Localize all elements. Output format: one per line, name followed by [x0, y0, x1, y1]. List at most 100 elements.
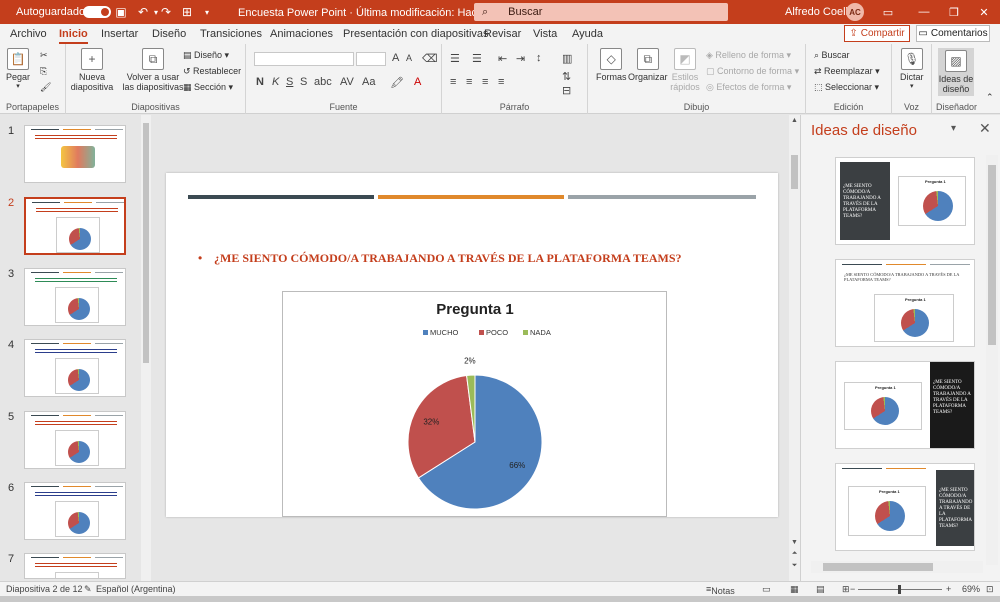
tab-animaciones[interactable]: Animaciones — [270, 28, 333, 40]
slide-thumbnail[interactable] — [24, 482, 126, 540]
tab-diseno[interactable]: Diseño — [152, 28, 186, 40]
slide-thumbnail[interactable] — [24, 125, 126, 183]
new-slide-button[interactable]: + Nueva diapositiva — [71, 48, 113, 92]
bullets-icon[interactable]: ☰ — [450, 52, 460, 65]
editor-scroll-handle[interactable] — [791, 155, 798, 189]
pane-options-icon[interactable]: ▾ — [951, 123, 956, 134]
reading-view-icon[interactable]: ▤ — [816, 584, 825, 595]
increase-font-icon[interactable]: A — [392, 52, 399, 64]
design-idea-2[interactable]: ¿ME SIENTO CÓMODO/A TRABAJANDO A TRAVÉS … — [835, 259, 975, 347]
font-name-combo[interactable] — [254, 52, 354, 66]
copy-icon[interactable]: ⎘ — [40, 66, 47, 77]
slide-canvas[interactable]: • ¿ME SIENTO CÓMODO/A TRABAJANDO A TRAVÉ… — [166, 173, 778, 517]
shapes-button[interactable]: ◇ Formas — [596, 48, 627, 82]
paste-button[interactable]: 📋 Pegar ▾ — [6, 48, 30, 92]
numbering-icon[interactable]: ☰ — [472, 52, 482, 65]
normal-view-icon[interactable]: ▭ — [762, 584, 771, 595]
design-idea-1[interactable]: ¿ME SIENTO CÓMODO/A TRABAJANDO A TRAVÉS … — [835, 157, 975, 245]
columns-icon[interactable]: ▥ — [562, 52, 572, 65]
justify-icon[interactable]: ≡ — [498, 76, 504, 88]
shadow-icon[interactable]: S — [300, 76, 307, 88]
design-idea-4[interactable]: Pregunta 1 ¿ME SIENTO CÓMODO/A TRABAJAND… — [835, 463, 975, 551]
slide-thumbnail[interactable] — [24, 553, 126, 579]
pie-chart[interactable]: Pregunta 1 MUCHO POCO NADA 66% 32% 2% — [282, 291, 667, 517]
slide-thumbnail[interactable] — [24, 268, 126, 326]
strikethrough-icon[interactable]: abc — [314, 76, 332, 88]
prev-slide-icon[interactable]: ⏶ — [789, 549, 800, 559]
notes-button[interactable]: ≡ Notas — [706, 584, 735, 596]
slide-title[interactable]: ¿ME SIENTO CÓMODO/A TRABAJANDO A TRAVÉS … — [214, 251, 682, 266]
decrease-indent-icon[interactable]: ⇤ — [498, 52, 507, 65]
slide-thumbnail[interactable] — [24, 197, 126, 255]
align-right-icon[interactable]: ≡ — [482, 76, 488, 88]
underline-icon[interactable]: S — [286, 76, 293, 88]
tab-ayuda[interactable]: Ayuda — [572, 28, 603, 40]
find-button[interactable]: ⌕ Buscar — [814, 50, 850, 61]
decrease-font-icon[interactable]: A — [406, 53, 412, 63]
fit-slide-icon[interactable]: ⊡ — [986, 584, 994, 595]
replace-button[interactable]: ⇄ Reemplazar ▾ — [814, 66, 880, 77]
tab-inicio[interactable]: Inicio — [59, 28, 88, 44]
minimize-icon[interactable]: — — [912, 2, 936, 22]
save-icon[interactable]: ▣ — [110, 2, 132, 22]
tab-transiciones[interactable]: Transiciones — [200, 28, 262, 40]
maximize-icon[interactable]: ❐ — [942, 2, 966, 22]
scroll-down-icon[interactable]: ▼ — [789, 537, 800, 547]
align-center-icon[interactable]: ≡ — [466, 76, 472, 88]
font-color-icon[interactable]: A — [414, 76, 421, 88]
ribbon-display-icon[interactable]: ▭ — [876, 2, 900, 22]
reset-button[interactable]: ↺ Restablecer — [183, 66, 241, 77]
design-scroll-handle[interactable] — [988, 165, 996, 345]
language-status[interactable]: Español (Argentina) — [96, 584, 176, 594]
highlight-icon[interactable]: 🖍 — [390, 76, 404, 89]
zoom-out-icon[interactable]: − — [850, 584, 855, 594]
comments-button[interactable]: ▭ Comentarios — [916, 25, 990, 42]
autosave-toggle[interactable] — [83, 6, 111, 18]
sorter-view-icon[interactable]: ▦ — [790, 584, 799, 595]
italic-icon[interactable]: K — [272, 76, 279, 88]
spacing-icon[interactable]: AV — [340, 76, 354, 88]
cut-icon[interactable]: ✂ — [40, 50, 48, 61]
dictate-button[interactable]: 🎙 Dictar ▾ — [900, 48, 924, 92]
select-button[interactable]: ⬚ Seleccionar ▾ — [814, 82, 879, 93]
design-ideas-button[interactable]: ▨ Ideas de diseño — [938, 48, 974, 96]
font-size-combo[interactable] — [356, 52, 386, 66]
case-icon[interactable]: Aa — [362, 76, 375, 88]
thumbnails-scrollbar[interactable] — [141, 115, 151, 581]
align-left-icon[interactable]: ≡ — [450, 76, 456, 88]
close-pane-icon[interactable]: ✕ — [979, 120, 991, 137]
tab-revisar[interactable]: Revisar — [484, 28, 521, 40]
reuse-slides-button[interactable]: ⧉ Volver a usar las diapositivas — [122, 48, 184, 92]
layout-button[interactable]: ▤ Diseño ▾ — [183, 50, 229, 61]
search-input[interactable]: ⌕ Buscar — [474, 3, 728, 21]
shape-outline-button[interactable]: ▢ Contorno de forma ▾ — [706, 66, 799, 77]
editor-vertical-scrollbar[interactable]: ▲ ▼ ⏶ ⏷ — [789, 115, 800, 581]
zoom-slider-thumb[interactable] — [898, 585, 901, 594]
text-direction-icon[interactable]: ⇅ — [562, 70, 571, 83]
increase-indent-icon[interactable]: ⇥ — [516, 52, 525, 65]
avatar[interactable]: AC — [846, 3, 864, 21]
slide-thumbnail[interactable] — [24, 339, 126, 397]
arrange-button[interactable]: ⧉ Organizar — [628, 48, 668, 82]
next-slide-icon[interactable]: ⏷ — [789, 561, 800, 571]
slide-thumbnail[interactable] — [24, 411, 126, 469]
design-pane-hscrollbar[interactable] — [811, 561, 983, 573]
clear-format-icon[interactable]: ⌫ — [422, 52, 438, 65]
close-icon[interactable]: ✕ — [972, 2, 996, 22]
redo-icon[interactable]: ↷ — [155, 2, 177, 22]
tab-presentacion[interactable]: Presentación con diapositivas — [343, 28, 489, 40]
tab-vista[interactable]: Vista — [533, 28, 557, 40]
present-icon[interactable]: ⊞ — [176, 2, 198, 22]
zoom-level[interactable]: 69% — [962, 584, 980, 594]
shape-effects-button[interactable]: ◎ Efectos de forma ▾ — [706, 82, 791, 93]
format-painter-icon[interactable]: 🖌 — [40, 82, 51, 93]
thumbnails-scroll-handle[interactable] — [143, 123, 149, 363]
design-hscroll-handle[interactable] — [823, 563, 933, 571]
section-button[interactable]: ▦ Sección ▾ — [183, 82, 233, 93]
line-spacing-icon[interactable]: ↕ — [536, 52, 542, 64]
share-button[interactable]: ⇪ Compartir — [844, 25, 910, 42]
design-idea-3[interactable]: Pregunta 1 ¿ME SIENTO CÓMODO/A TRABAJAND… — [835, 361, 975, 449]
zoom-in-icon[interactable]: + — [946, 584, 951, 594]
bold-icon[interactable]: N — [256, 76, 264, 88]
tab-insertar[interactable]: Insertar — [101, 28, 138, 40]
